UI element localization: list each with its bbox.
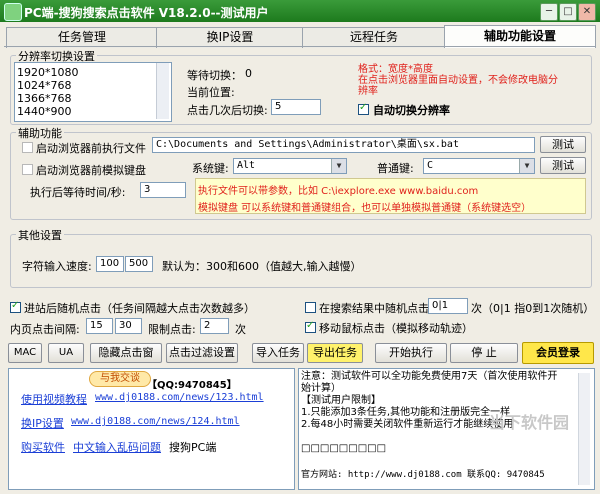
notice-line: 注意：测试软件可以全功能免费使用7天（首次使用软件开: [301, 371, 558, 382]
chat-bubble[interactable]: 与我交谈: [89, 371, 151, 387]
exec-help-line2: 模拟键盘 可以系统键和普通键组合，也可以单独模拟普通键（系统键选空）: [198, 203, 532, 214]
system-key-value: Alt: [237, 160, 256, 171]
tab-assist-settings[interactable]: 辅助功能设置: [444, 25, 596, 48]
close-button[interactable]: ✕: [578, 3, 596, 21]
move-mouse-label: 移动鼠标点击（模拟移动轨迹）: [319, 322, 473, 335]
normal-key-label: 普通键:: [377, 162, 414, 175]
exec-file-checkbox[interactable]: [22, 142, 33, 153]
tab-divider: [4, 46, 596, 47]
notice-line: 1.只能添加3条任务,其他功能和注册版完全一样: [301, 407, 511, 418]
maximize-button[interactable]: □: [559, 3, 577, 21]
list-item[interactable]: 1920*1080: [17, 66, 79, 79]
click-limit-label: 限制点击:: [148, 323, 196, 336]
notice-line: 【测试用户限制】: [301, 395, 381, 406]
random-in-results-label: 在搜索结果中随机点击: [319, 302, 429, 315]
exec-test-button[interactable]: 测试: [540, 136, 586, 153]
wait-switch-label: 等待切换：: [187, 69, 242, 82]
start-button[interactable]: 开始执行: [375, 343, 447, 363]
notice-line: □□□□□□□□□: [301, 443, 387, 454]
chinese-input-link[interactable]: 中文输入乱码问题: [73, 439, 161, 455]
list-item[interactable]: 1366*768: [17, 92, 72, 105]
list-scrollbar[interactable]: [156, 63, 169, 119]
normal-key-value: C: [427, 160, 434, 171]
minimize-button[interactable]: ─: [540, 3, 558, 21]
current-position-label: 当前位置:: [187, 86, 235, 99]
window-title: PC端-搜狗搜索点击软件 V18.2.0--测试用户: [24, 6, 269, 20]
notice-line: 始计算）: [301, 383, 341, 394]
ip-settings-url[interactable]: www.dj0188.com/news/124.html: [71, 416, 240, 427]
tab-task-management[interactable]: 任务管理: [6, 27, 158, 48]
export-tasks-button[interactable]: 导出任务: [307, 343, 363, 363]
member-login-button[interactable]: 会员登录: [522, 342, 594, 364]
inner-click-interval-max[interactable]: 30: [115, 318, 142, 334]
random-count-input[interactable]: 0|1: [428, 298, 468, 314]
info-panel: 与我交谈 【QQ:9470845】 使用视频教程 www.dj0188.com/…: [8, 368, 295, 490]
chat-bubble-text: 与我交谈: [100, 373, 140, 384]
click-filter-button[interactable]: 点击过滤设置: [166, 343, 238, 363]
random-in-results-checkbox[interactable]: [305, 302, 316, 313]
simulate-keyboard-label: 启动浏览器前模拟键盘: [36, 164, 146, 177]
product-name: 搜狗PC端: [169, 441, 217, 454]
tab-ip-settings[interactable]: 换IP设置: [156, 27, 304, 48]
exec-file-path-input[interactable]: C:\Documents and Settings\Administrator\…: [152, 137, 535, 153]
auto-switch-checkbox[interactable]: [358, 102, 369, 115]
inner-click-interval-min[interactable]: 15: [86, 318, 113, 334]
input-speed-min[interactable]: 100: [96, 256, 124, 272]
keyboard-test-button[interactable]: 测试: [540, 157, 586, 174]
buy-software-link[interactable]: 购买软件: [21, 439, 65, 455]
auto-switch-label: 自动切换分辨率: [373, 104, 450, 117]
import-tasks-button[interactable]: 导入任务: [252, 343, 304, 363]
hide-click-window-button[interactable]: 隐藏点击窗: [90, 343, 162, 363]
other-settings-title: 其他设置: [16, 227, 64, 243]
mac-button[interactable]: MAC: [8, 343, 42, 363]
wait-after-exec-label: 执行后等待时间/秒:: [30, 186, 126, 199]
list-item[interactable]: 1440*900: [17, 105, 72, 118]
simulate-keyboard-checkbox[interactable]: [22, 164, 33, 175]
chevron-down-icon[interactable]: ▼: [519, 159, 534, 173]
random-count-note: 次（0|1 指0到1次随机）: [471, 302, 595, 315]
ua-button[interactable]: UA: [48, 343, 84, 363]
system-key-select[interactable]: Alt ▼: [233, 158, 347, 174]
list-item[interactable]: 1024*768: [17, 79, 72, 92]
random-after-visit-label: 进站后随机点击（任务间隔越大点击次数越多）: [24, 302, 255, 315]
assist-group-title: 辅助功能: [16, 125, 64, 141]
notice-line: 2.每48小时需要关闭软件重新运行才能继续使用: [301, 419, 514, 430]
resolution-format-note: 格式：宽度*高度 在点击浏览器里面自动设置，不会修改电脑分辨率: [358, 64, 558, 97]
system-key-label: 系统键:: [192, 162, 229, 175]
move-mouse-checkbox[interactable]: [305, 320, 316, 333]
input-speed-label: 字符输入速度:: [22, 260, 92, 273]
stop-button[interactable]: 停 止: [450, 343, 518, 363]
random-after-visit-checkbox[interactable]: [10, 300, 21, 313]
notice-panel: 注意：测试软件可以全功能免费使用7天（首次使用软件开 始计算） 【测试用户限制】…: [298, 368, 595, 490]
notice-scrollbar[interactable]: [578, 373, 590, 485]
notice-line: 官方网站: http://www.dj0188.com 联系QQ: 947084…: [301, 470, 545, 480]
watermark-logo: 当下软件园: [489, 413, 570, 432]
exec-help-line1: 执行文件可以带参数，比如 C:\iexplore.exe www.baidu.c…: [198, 186, 479, 197]
resolution-list[interactable]: 1920*1080 1024*768 1366*768 1440*900: [14, 62, 172, 122]
wait-after-exec-input[interactable]: 3: [140, 182, 186, 198]
video-tutorial-url[interactable]: www.dj0188.com/news/123.html: [95, 392, 264, 403]
input-speed-max[interactable]: 500: [125, 256, 153, 272]
switch-after-clicks-label: 点击几次后切换:: [187, 104, 268, 117]
qq-number: 【QQ:9470845】: [147, 380, 237, 391]
ip-settings-link[interactable]: 换IP设置: [21, 415, 64, 431]
exec-file-label: 启动浏览器前执行文件: [36, 142, 146, 155]
click-limit-unit: 次: [235, 323, 246, 336]
exec-help-note: 执行文件可以带参数，比如 C:\iexplore.exe www.baidu.c…: [195, 178, 586, 214]
input-speed-default-note: 默认为：300和600（值越大,输入越慢）: [162, 260, 362, 273]
tab-remote-tasks[interactable]: 远程任务: [302, 27, 446, 48]
inner-click-interval-label: 内页点击间隔:: [10, 323, 80, 336]
normal-key-select[interactable]: C ▼: [423, 158, 535, 174]
chevron-down-icon[interactable]: ▼: [331, 159, 346, 173]
title-bar: PC端-搜狗搜索点击软件 V18.2.0--测试用户 ─ □ ✕: [0, 0, 600, 22]
wait-switch-value: 0: [245, 67, 252, 80]
click-limit-input[interactable]: 2: [200, 318, 229, 334]
switch-after-clicks-input[interactable]: 5: [271, 99, 321, 115]
video-tutorial-link[interactable]: 使用视频教程: [21, 391, 87, 407]
app-logo-icon: [4, 3, 22, 21]
